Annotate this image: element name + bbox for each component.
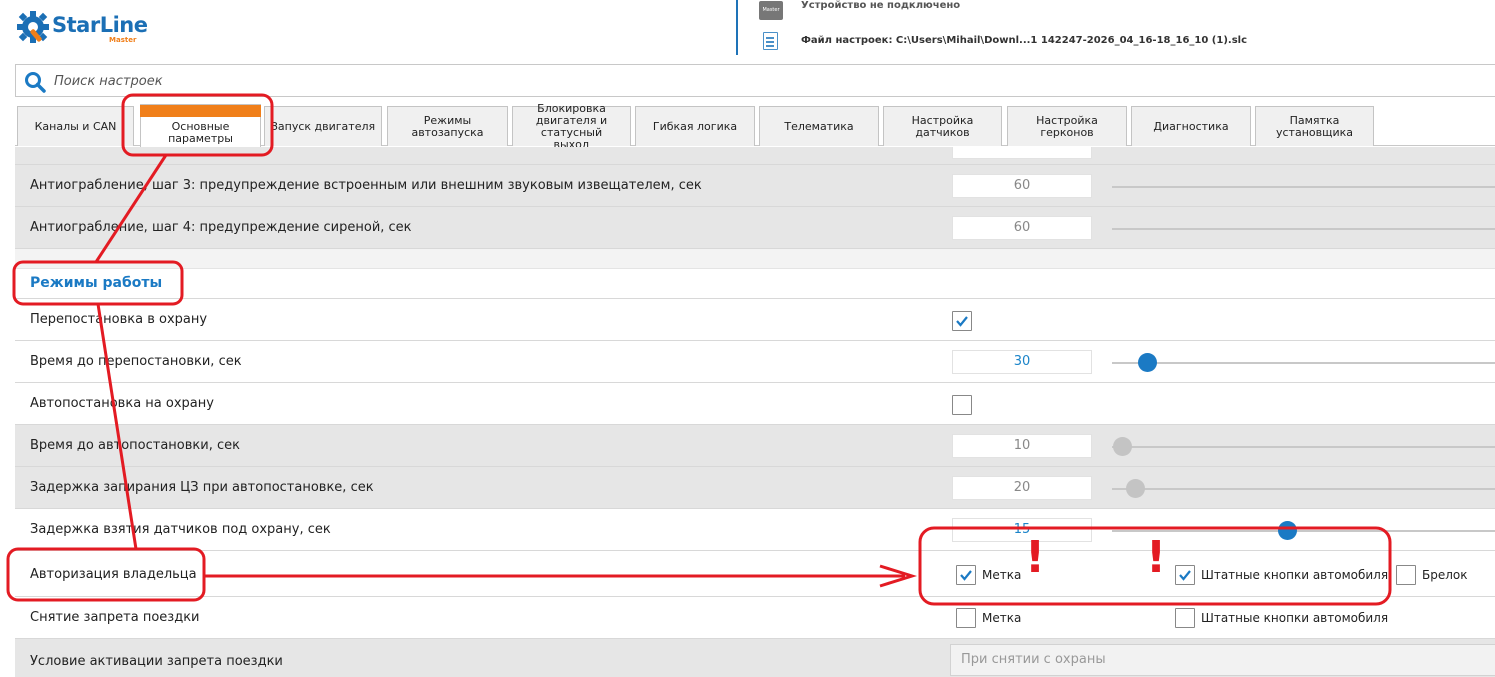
slider-track[interactable] [1112, 488, 1495, 490]
starline-logo: StarLine Master [15, 9, 148, 49]
row-label: Время до перепостановки, сек [30, 354, 242, 369]
logo-text: StarLine [52, 13, 148, 37]
checkbox-label: Штатные кнопки автомобиля [1201, 568, 1389, 582]
checkmark-icon [1179, 570, 1191, 581]
value-field[interactable]: 30 [952, 350, 1092, 374]
tab-label: Настройка герконов [1036, 113, 1098, 139]
settings-row-ban-removal: Снятие запрета поездки Метка Штатные кно… [15, 597, 1495, 639]
row-label: Снятие запрета поездки [30, 610, 200, 625]
tab-flexible-logic[interactable]: Гибкая логика [635, 106, 755, 146]
row-label: Антиограбление, шаг 3: предупреждение вс… [30, 178, 702, 193]
ban-removal-tag-checkbox[interactable] [956, 608, 976, 628]
ban-condition-dropdown[interactable]: При снятии с охраны [950, 644, 1495, 676]
settings-row-ban-condition: Условие активации запрета поездки При сн… [15, 639, 1495, 677]
settings-row-sensor-delay: Задержка взятия датчиков под охрану, сек… [15, 509, 1495, 551]
annotation-exclamation-mark: ! [1025, 532, 1046, 583]
settings-row-owner-auth: Авторизация владельца Метка Штатные кноп… [15, 551, 1495, 597]
settings-row-rearm-time: Время до перепостановки, сек 30 [15, 341, 1495, 383]
ban-removal-buttons-checkbox[interactable] [1175, 608, 1195, 628]
tab-label: Гибкая логика [652, 119, 738, 133]
section-title: Режимы работы [30, 275, 163, 291]
gear-wrench-logo-icon [17, 11, 49, 43]
section-spacer [15, 249, 1495, 269]
checkbox-label: Брелок [1422, 568, 1468, 582]
row-label: Задержка взятия датчиков под охрану, сек [30, 522, 331, 537]
tab-label: Основные параметры [168, 120, 233, 145]
tab-sensor-settings[interactable]: Настройка датчиков [883, 106, 1002, 146]
settings-file-path: Файл настроек: C:\Users\Mihail\Downl...1… [801, 35, 1248, 46]
tab-label: Каналы и CAN [34, 119, 117, 133]
search-icon[interactable] [24, 71, 46, 93]
tab-channels-can[interactable]: Каналы и CAN [17, 106, 134, 146]
active-tab-indicator [140, 105, 261, 117]
owner-auth-buttons-checkbox[interactable] [1175, 565, 1195, 585]
owner-auth-tag-checkbox[interactable] [956, 565, 976, 585]
tab-engine-block[interactable]: Блокировка двигателя и статусный выход [512, 102, 631, 150]
value-field[interactable]: 60 [952, 174, 1092, 198]
row-label: Авторизация владельца [30, 567, 197, 582]
search-bar [15, 64, 1495, 97]
tab-label: Блокировка двигателя и статусный выход [535, 101, 608, 151]
tab-label: Запуск двигателя [270, 119, 376, 133]
slider-track[interactable] [1112, 228, 1495, 230]
checkmark-icon [956, 316, 968, 327]
row-label: Перепостановка в охрану [30, 312, 208, 327]
row-label: Время до автопостановки, сек [30, 438, 240, 453]
value-field[interactable]: 20 [952, 476, 1092, 500]
annotation-exclamation-mark: ! [1146, 532, 1167, 583]
section-header: Режимы работы [15, 269, 1495, 299]
settings-row-antirobbery-step4: Антиограбление, шаг 4: предупреждение си… [15, 207, 1495, 249]
value-field[interactable]: 15 [952, 518, 1092, 542]
settings-row-antirobbery-step3: Антиограбление, шаг 3: предупреждение вс… [15, 165, 1495, 207]
slider-track[interactable] [1112, 530, 1495, 532]
row-label: Задержка запирания ЦЗ при автопостановке… [30, 480, 374, 495]
tab-label: Режимы автозапуска [411, 113, 484, 139]
tab-telematics[interactable]: Телематика [759, 106, 879, 146]
tab-reed-switch-settings[interactable]: Настройка герконов [1007, 106, 1127, 146]
row-label: Антиограбление, шаг 4: предупреждение си… [30, 220, 412, 235]
tab-label: Настройка датчиков [911, 113, 974, 139]
tab-installer-memo[interactable]: Памятка установщика [1255, 106, 1374, 146]
checkmark-icon [960, 570, 972, 581]
search-input[interactable] [54, 71, 654, 91]
tab-diagnostics[interactable]: Диагностика [1131, 106, 1251, 146]
header-divider [736, 0, 738, 55]
slider-knob[interactable] [1278, 521, 1297, 540]
tab-bar: Каналы и CAN Основные параметры Запуск д… [15, 102, 1495, 150]
logo-subtitle: Master [109, 36, 137, 44]
slider-track[interactable] [1112, 446, 1495, 448]
settings-row-lock-delay: Задержка запирания ЦЗ при автопостановке… [15, 467, 1495, 509]
tab-label: Диагностика [1153, 119, 1229, 133]
checkbox-label: Метка [982, 611, 1022, 625]
settings-row [15, 147, 1495, 165]
slider-track[interactable] [1112, 362, 1495, 364]
owner-auth-keyfob-checkbox[interactable] [1396, 565, 1416, 585]
slider-knob[interactable] [1126, 479, 1145, 498]
tab-label: Памятка установщика [1275, 113, 1353, 139]
settings-row-autoarm: Автопостановка на охрану [15, 383, 1495, 425]
settings-list: Антиограбление, шаг 3: предупреждение вс… [15, 147, 1495, 677]
settings-row-rearm: Перепостановка в охрану [15, 299, 1495, 341]
slider-knob[interactable] [1138, 353, 1157, 372]
value-field[interactable]: 10 [952, 434, 1092, 458]
rearm-checkbox[interactable] [952, 311, 972, 331]
checkbox-label: Штатные кнопки автомобиля [1201, 611, 1389, 625]
tab-label: Телематика [784, 119, 854, 133]
slider-knob[interactable] [1113, 437, 1132, 456]
autoarm-checkbox[interactable] [952, 395, 972, 415]
settings-row-autoarm-time: Время до автопостановки, сек 10 [15, 425, 1495, 467]
device-icon: Master [759, 1, 783, 20]
device-status: Устройство не подключено [801, 0, 961, 11]
row-label: Автопостановка на охрану [30, 396, 214, 411]
tab-main-parameters[interactable]: Основные параметры [140, 104, 261, 147]
value-field[interactable] [952, 147, 1092, 159]
checkbox-label: Метка [982, 568, 1022, 582]
tab-engine-start[interactable]: Запуск двигателя [264, 106, 382, 146]
app-header: StarLine Master Master Устройство не под… [0, 0, 1495, 60]
row-label: Условие активации запрета поездки [30, 654, 283, 669]
slider-track[interactable] [1112, 186, 1495, 188]
file-icon [763, 32, 778, 50]
tab-autostart-modes[interactable]: Режимы автозапуска [387, 106, 508, 146]
value-field[interactable]: 60 [952, 216, 1092, 240]
